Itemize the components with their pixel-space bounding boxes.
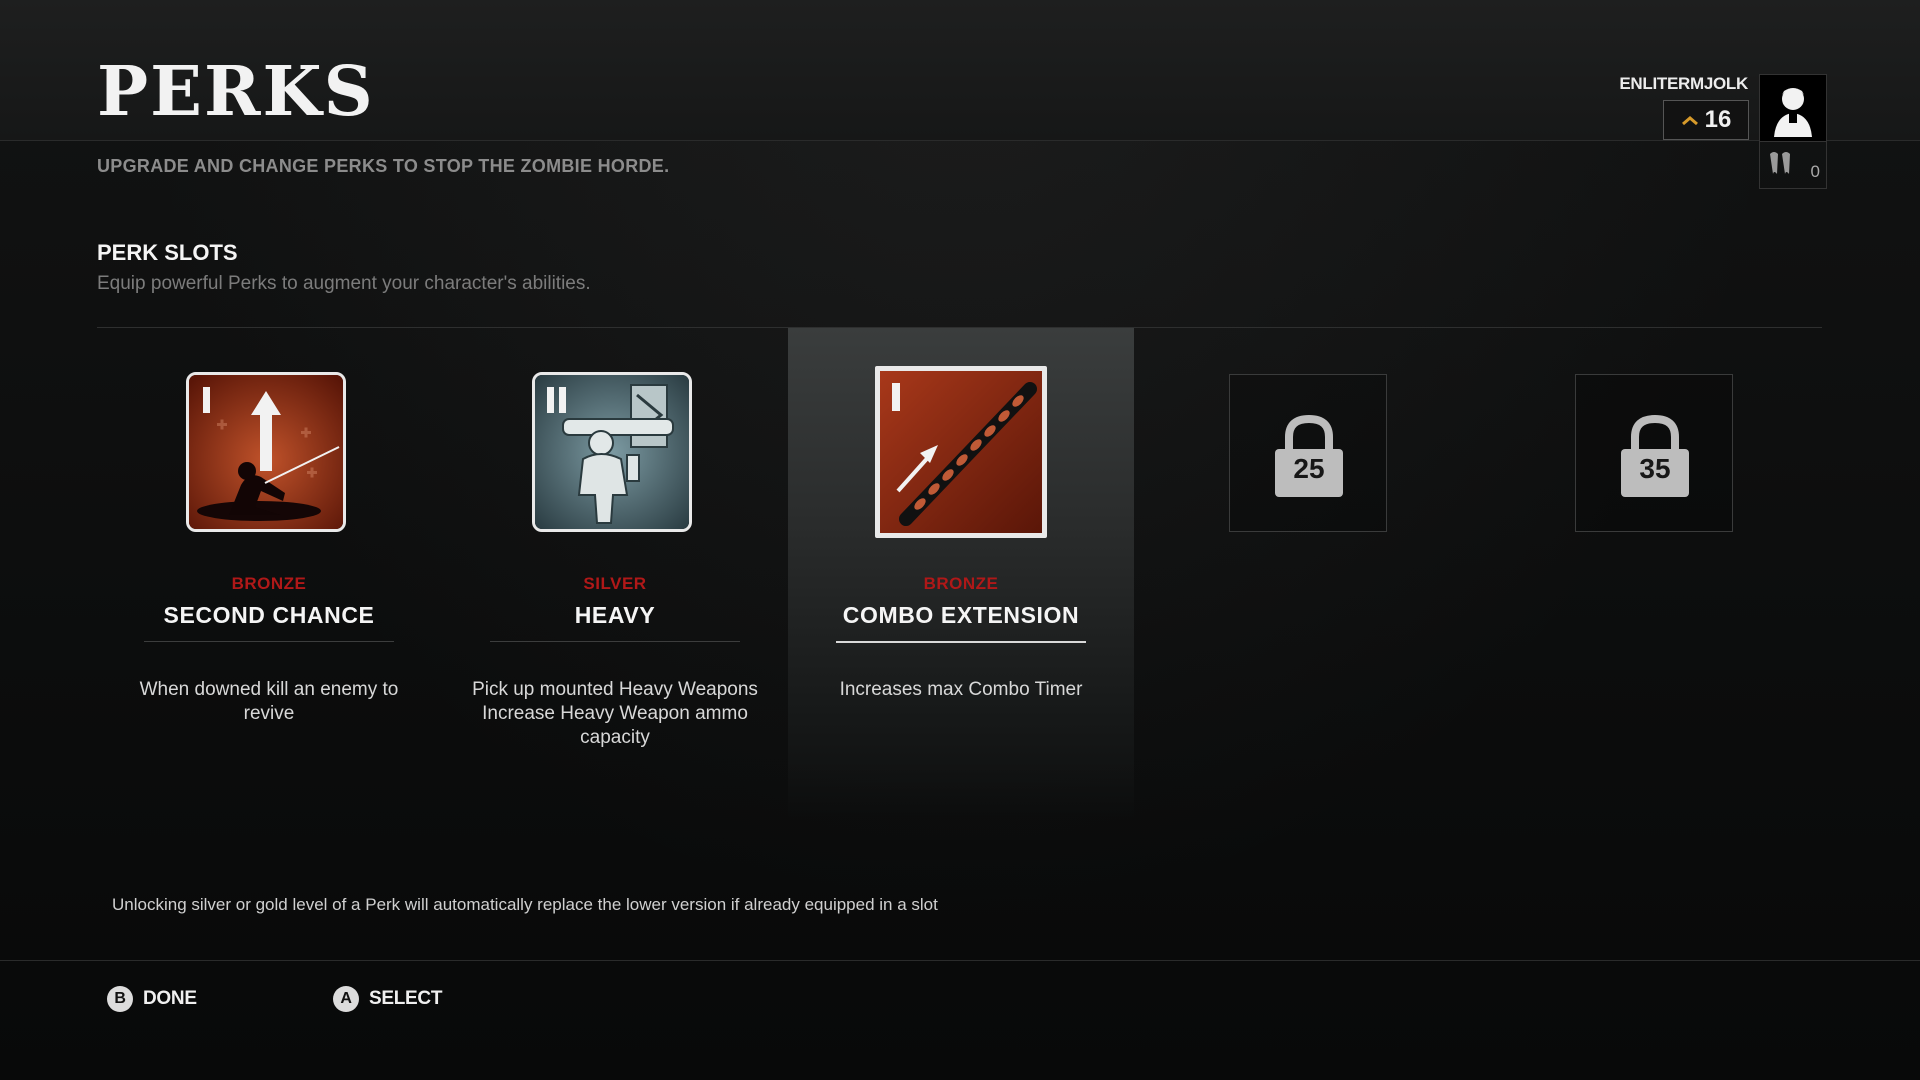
- combo-chain-icon: [875, 366, 1047, 538]
- second-chance-icon: [186, 372, 346, 532]
- perk-slot-3[interactable]: BRONZE COMBO EXTENSION Increases max Com…: [788, 328, 1134, 818]
- player-avatar-icon: [1774, 88, 1812, 137]
- perk-name: SECOND CHANCE: [163, 602, 375, 628]
- footnote: Unlocking silver or gold level of a Perk…: [112, 895, 938, 914]
- player-name: ENLITERMJOLK: [1619, 74, 1748, 93]
- perk-description: Increases max Combo Timer: [839, 679, 1083, 700]
- done-button[interactable]: B DONE: [107, 986, 197, 1012]
- perk-underline: [490, 641, 740, 642]
- perk-underline: [144, 641, 394, 642]
- player-avatar[interactable]: [1759, 74, 1827, 142]
- chevron-rank-icon: [1681, 116, 1698, 126]
- section-title: PERK SLOTS: [97, 240, 238, 265]
- unlock-level: 35: [1639, 453, 1671, 484]
- locked-slot-frame: 25: [1229, 374, 1387, 532]
- currency-value: 0: [1810, 162, 1820, 181]
- perk-name: HEAVY: [574, 602, 656, 628]
- a-button-icon: A: [333, 986, 359, 1012]
- perk-tier-label: BRONZE: [923, 574, 999, 593]
- select-label: SELECT: [369, 988, 443, 1009]
- perk-slot-1[interactable]: BRONZE SECOND CHANCE When downed kill an…: [96, 328, 442, 818]
- b-button-icon: B: [107, 986, 133, 1012]
- footer-divider: [0, 960, 1920, 961]
- perk-underline: [836, 641, 1086, 643]
- perk-description: Pick up mounted Heavy Weapons Increase H…: [472, 679, 758, 748]
- currency-box: 0: [1759, 142, 1827, 189]
- heavy-weapon-icon: [532, 372, 692, 532]
- select-button[interactable]: A SELECT: [333, 986, 442, 1012]
- perk-description: When downed kill an enemy to revive: [139, 679, 399, 724]
- section-description: Equip powerful Perks to augment your cha…: [97, 273, 591, 294]
- unlock-level: 25: [1293, 453, 1325, 484]
- tooth-currency-icon: [1770, 152, 1790, 174]
- locked-slot-1[interactable]: 25: [1134, 328, 1480, 818]
- locked-slot-2[interactable]: 35: [1480, 328, 1826, 818]
- player-level-badge: 16: [1663, 100, 1749, 140]
- perks-screen: PERKS UPGRADE AND CHANGE PERKS TO STOP T…: [0, 0, 1920, 1080]
- page-subtitle: UPGRADE AND CHANGE PERKS TO STOP THE ZOM…: [97, 156, 670, 176]
- perk-name: COMBO EXTENSION: [842, 602, 1080, 628]
- page-title: PERKS: [97, 52, 375, 132]
- perk-slot-2[interactable]: SILVER HEAVY Pick up mounted Heavy Weapo…: [442, 328, 788, 818]
- perk-tier-label: BRONZE: [231, 574, 307, 593]
- done-label: DONE: [143, 988, 197, 1009]
- locked-slot-frame: 35: [1575, 374, 1733, 532]
- player-level-value: 16: [1704, 106, 1732, 133]
- perk-tier-label: SILVER: [583, 574, 647, 593]
